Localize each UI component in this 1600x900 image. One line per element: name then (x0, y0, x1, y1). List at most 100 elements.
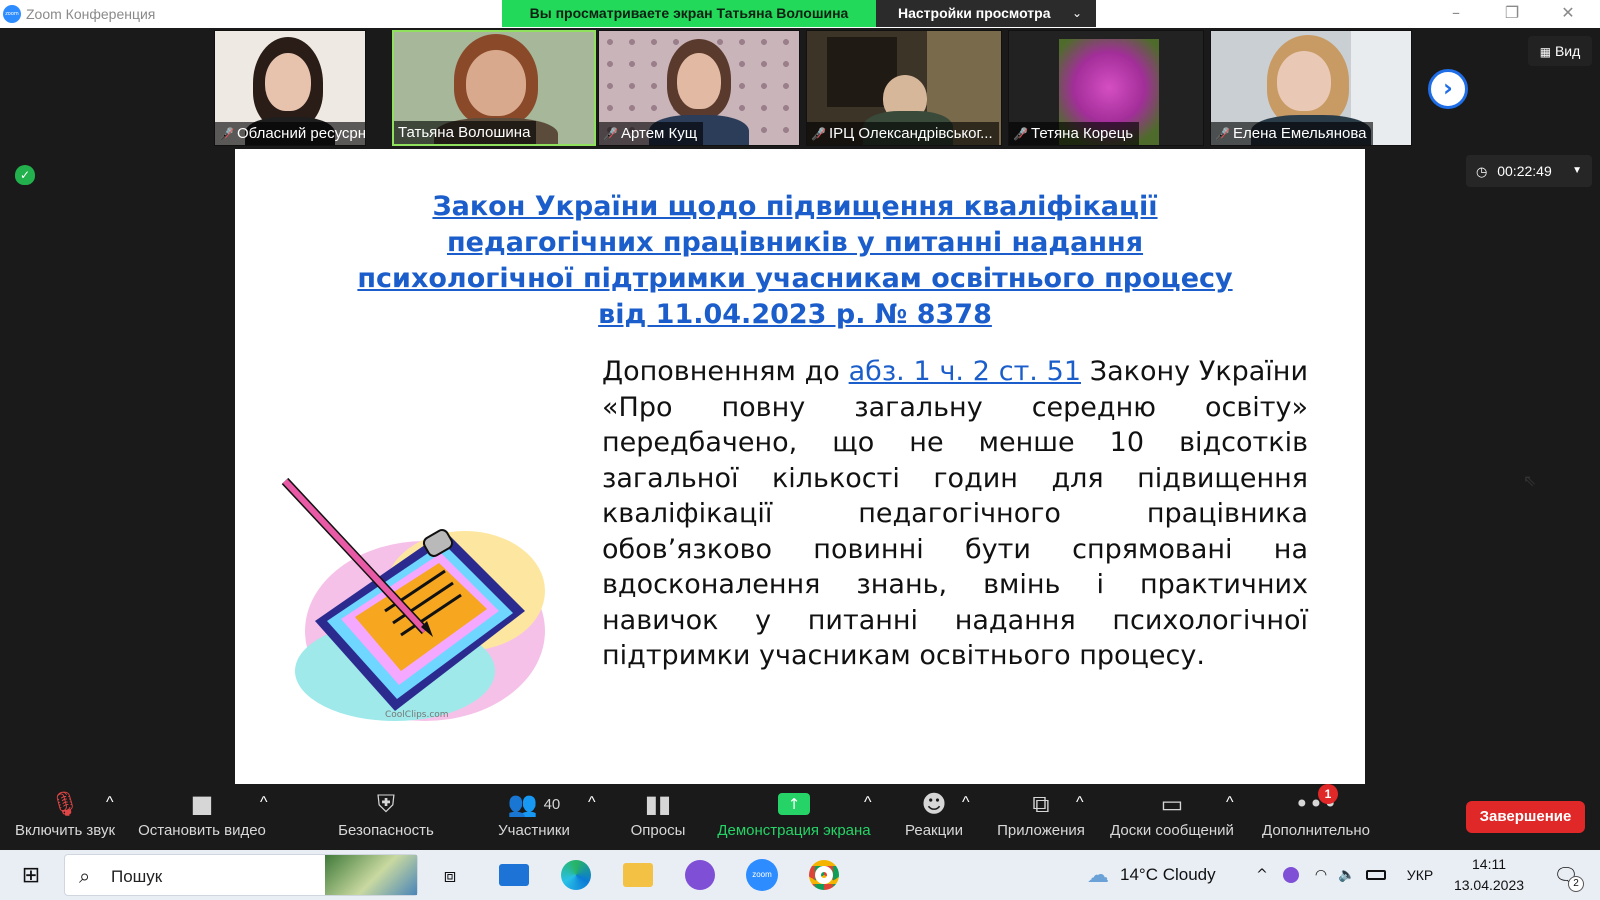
whiteboard-icon: ▭ (1160, 790, 1184, 818)
close-icon[interactable]: ✕ (1540, 0, 1596, 28)
whiteboards-button[interactable]: ▭ Доски сообщений (1104, 786, 1240, 850)
participants-options-caret-icon[interactable]: ^ (588, 794, 596, 858)
meeting-timer[interactable]: ◷ 00:22:49 ▼ (1466, 155, 1592, 187)
view-button[interactable]: ▦ Вид (1528, 36, 1592, 66)
taskbar-search-box[interactable]: ⌕ Пошук (64, 854, 418, 896)
slide-body-text: Доповненням до абз. 1 ч. 2 ст. 51 Закону… (602, 354, 1308, 674)
reactions-button[interactable]: ☻ Реакции (896, 786, 972, 850)
participant-tile[interactable]: 🎤̸ Артем Кущ (598, 30, 800, 146)
weather-cloud-icon[interactable]: ☁ (1080, 850, 1116, 900)
participant-name: Артем Кущ (621, 125, 698, 142)
face-shape (265, 53, 311, 111)
view-settings-dropdown[interactable]: Настройки просмотра ⌄ (876, 0, 1096, 27)
more-button[interactable]: ••• Дополнительно 1 (1254, 784, 1378, 850)
face-shape (677, 53, 721, 109)
zoom-taskbar-icon[interactable]: zoom (742, 850, 782, 900)
participants-icon-row: 👥 40 (486, 786, 582, 822)
clock-icon: ◷ (1476, 165, 1488, 180)
body-text: Закону України «Про повну загальну серед… (602, 356, 1309, 671)
timer-value: 00:22:49 (1497, 163, 1552, 179)
viber-icon[interactable] (680, 850, 720, 900)
wifi-icon[interactable]: ◠ (1308, 850, 1334, 900)
participant-name-bar: 🎤̸ ІРЦ Олександрівськог... (807, 122, 999, 145)
battery-icon[interactable] (1362, 850, 1390, 900)
zoom-app-icon: zoom (3, 5, 21, 23)
participants-label: Участники (498, 822, 570, 839)
taskbar-clock[interactable]: 14:11 13.04.2023 (1444, 854, 1534, 896)
participant-tile[interactable]: 🎤̸ Елена Емельянова (1210, 30, 1412, 146)
view-settings-label: Настройки просмотра (898, 5, 1051, 21)
mic-muted-icon: 🎤̸ (603, 127, 618, 141)
mic-muted-icon: 🎙 (49, 790, 81, 818)
face-shape (466, 50, 526, 116)
encryption-shield-icon[interactable]: ✓ (15, 165, 35, 185)
screen-share-banner: Вы просматриваете экран Татьяна Волошина (502, 0, 876, 27)
slide-title: Закон України щодо підвищення кваліфікац… (357, 191, 1233, 330)
windows-taskbar: ⊞ ⌕ Пошук ⧈ zoom ☁ 14°C Cloudy ^ ◠ 🔈 УКР… (0, 850, 1600, 900)
search-icon: ⌕ (79, 864, 91, 888)
input-language-indicator[interactable]: УКР (1400, 850, 1440, 900)
smiley-plus-icon: ☻ (921, 790, 947, 818)
audio-options-caret-icon[interactable]: ^ (106, 794, 114, 858)
participant-name-bar: Татьяна Волошина (394, 121, 537, 144)
weather-widget[interactable]: 14°C Cloudy (1120, 850, 1240, 900)
show-hidden-icons-icon[interactable]: ^ (1252, 850, 1272, 900)
chrome-browser-icon[interactable] (804, 850, 844, 900)
participant-tile[interactable]: 🎤̸ Тетяна Корець (1008, 30, 1204, 146)
title-bar: zoom Zoom Конференция Вы просматриваете … (0, 0, 1600, 28)
next-page-button[interactable]: › (1428, 69, 1468, 109)
polls-button[interactable]: ▮▮ Опросы (620, 786, 696, 850)
clipart-credit: CoolClips.com (385, 710, 449, 720)
clock-date: 13.04.2023 (1453, 877, 1525, 893)
participant-name: ІРЦ Олександрівськог... (829, 125, 993, 142)
mic-muted-icon: 🎤̸ (219, 127, 234, 141)
stop-video-label: Остановить видео (138, 822, 266, 839)
apps-options-caret-icon[interactable]: ^ (1076, 794, 1084, 858)
restore-icon[interactable]: ❐ (1484, 0, 1540, 28)
participant-name-bar: 🎤̸ Елена Емельянова (1211, 122, 1373, 145)
minimize-icon[interactable]: – (1428, 0, 1484, 28)
security-button[interactable]: ⛨ Безопасность (334, 786, 438, 850)
chevron-right-icon: › (1443, 74, 1453, 102)
participant-name: Тетяна Корець (1031, 125, 1134, 142)
participant-name: Татьяна Волошина (398, 124, 531, 141)
participants-button[interactable]: 👥 40 Участники (486, 786, 582, 850)
stop-video-button[interactable]: ■ Остановить видео (134, 786, 270, 850)
search-highlight-image (325, 855, 417, 895)
clipboard-pencil-clipart: CoolClips.com (275, 471, 565, 731)
clock-time: 14:11 (1472, 856, 1506, 872)
share-options-caret-icon[interactable]: ^ (864, 794, 872, 858)
mail-icon[interactable] (494, 850, 534, 900)
shared-screen-slide: Закон України щодо підвищення кваліфікац… (235, 149, 1536, 784)
language-label: УКР (1406, 867, 1434, 883)
search-placeholder: Пошук (111, 867, 163, 886)
file-explorer-icon[interactable] (618, 850, 658, 900)
speaker-icon[interactable]: 🔈 (1334, 850, 1360, 900)
end-meeting-button[interactable]: Завершение (1466, 801, 1585, 833)
people-icon: 👥 (507, 790, 538, 818)
notification-center-icon[interactable]: 🗨 2 (1546, 850, 1586, 900)
law-article-link[interactable]: абз. 1 ч. 2 ст. 51 (849, 356, 1081, 387)
windows-start-icon[interactable]: ⊞ (14, 850, 48, 900)
participant-tile[interactable]: 🎤̸Обласний ресусрний ... (214, 30, 366, 146)
mouse-cursor-icon: ⇖ (1523, 471, 1537, 490)
grid-icon: ▦ (1539, 45, 1552, 59)
reactions-options-caret-icon[interactable]: ^ (962, 794, 970, 858)
unmute-button[interactable]: 🎙 Включить звук (8, 786, 122, 850)
edge-browser-icon[interactable] (556, 850, 596, 900)
mic-muted-icon: 🎤̸ (1215, 127, 1230, 141)
whiteboards-options-caret-icon[interactable]: ^ (1226, 794, 1234, 858)
meeting-toolbar: 🎙 Включить звук ^ ■ Остановить видео ^ ⛨… (0, 784, 1600, 850)
security-label: Безопасность (338, 822, 434, 839)
participant-name-bar: 🎤̸ Тетяна Корець (1009, 122, 1140, 145)
notification-count: 2 (1568, 876, 1584, 892)
more-dots-icon: ••• (1294, 790, 1338, 818)
participant-name: Обласний ресусрний ... (237, 125, 365, 142)
share-screen-button[interactable]: ↑ Демонстрация экрана (712, 786, 876, 850)
video-options-caret-icon[interactable]: ^ (260, 794, 268, 858)
participant-tile[interactable]: 🎤̸ ІРЦ Олександрівськог... (806, 30, 1002, 146)
task-view-icon[interactable]: ⧈ (432, 850, 468, 900)
video-camera-icon: ■ (190, 790, 214, 818)
participant-tile-active-speaker[interactable]: Татьяна Волошина (392, 30, 596, 146)
viber-tray-icon[interactable] (1278, 850, 1304, 900)
